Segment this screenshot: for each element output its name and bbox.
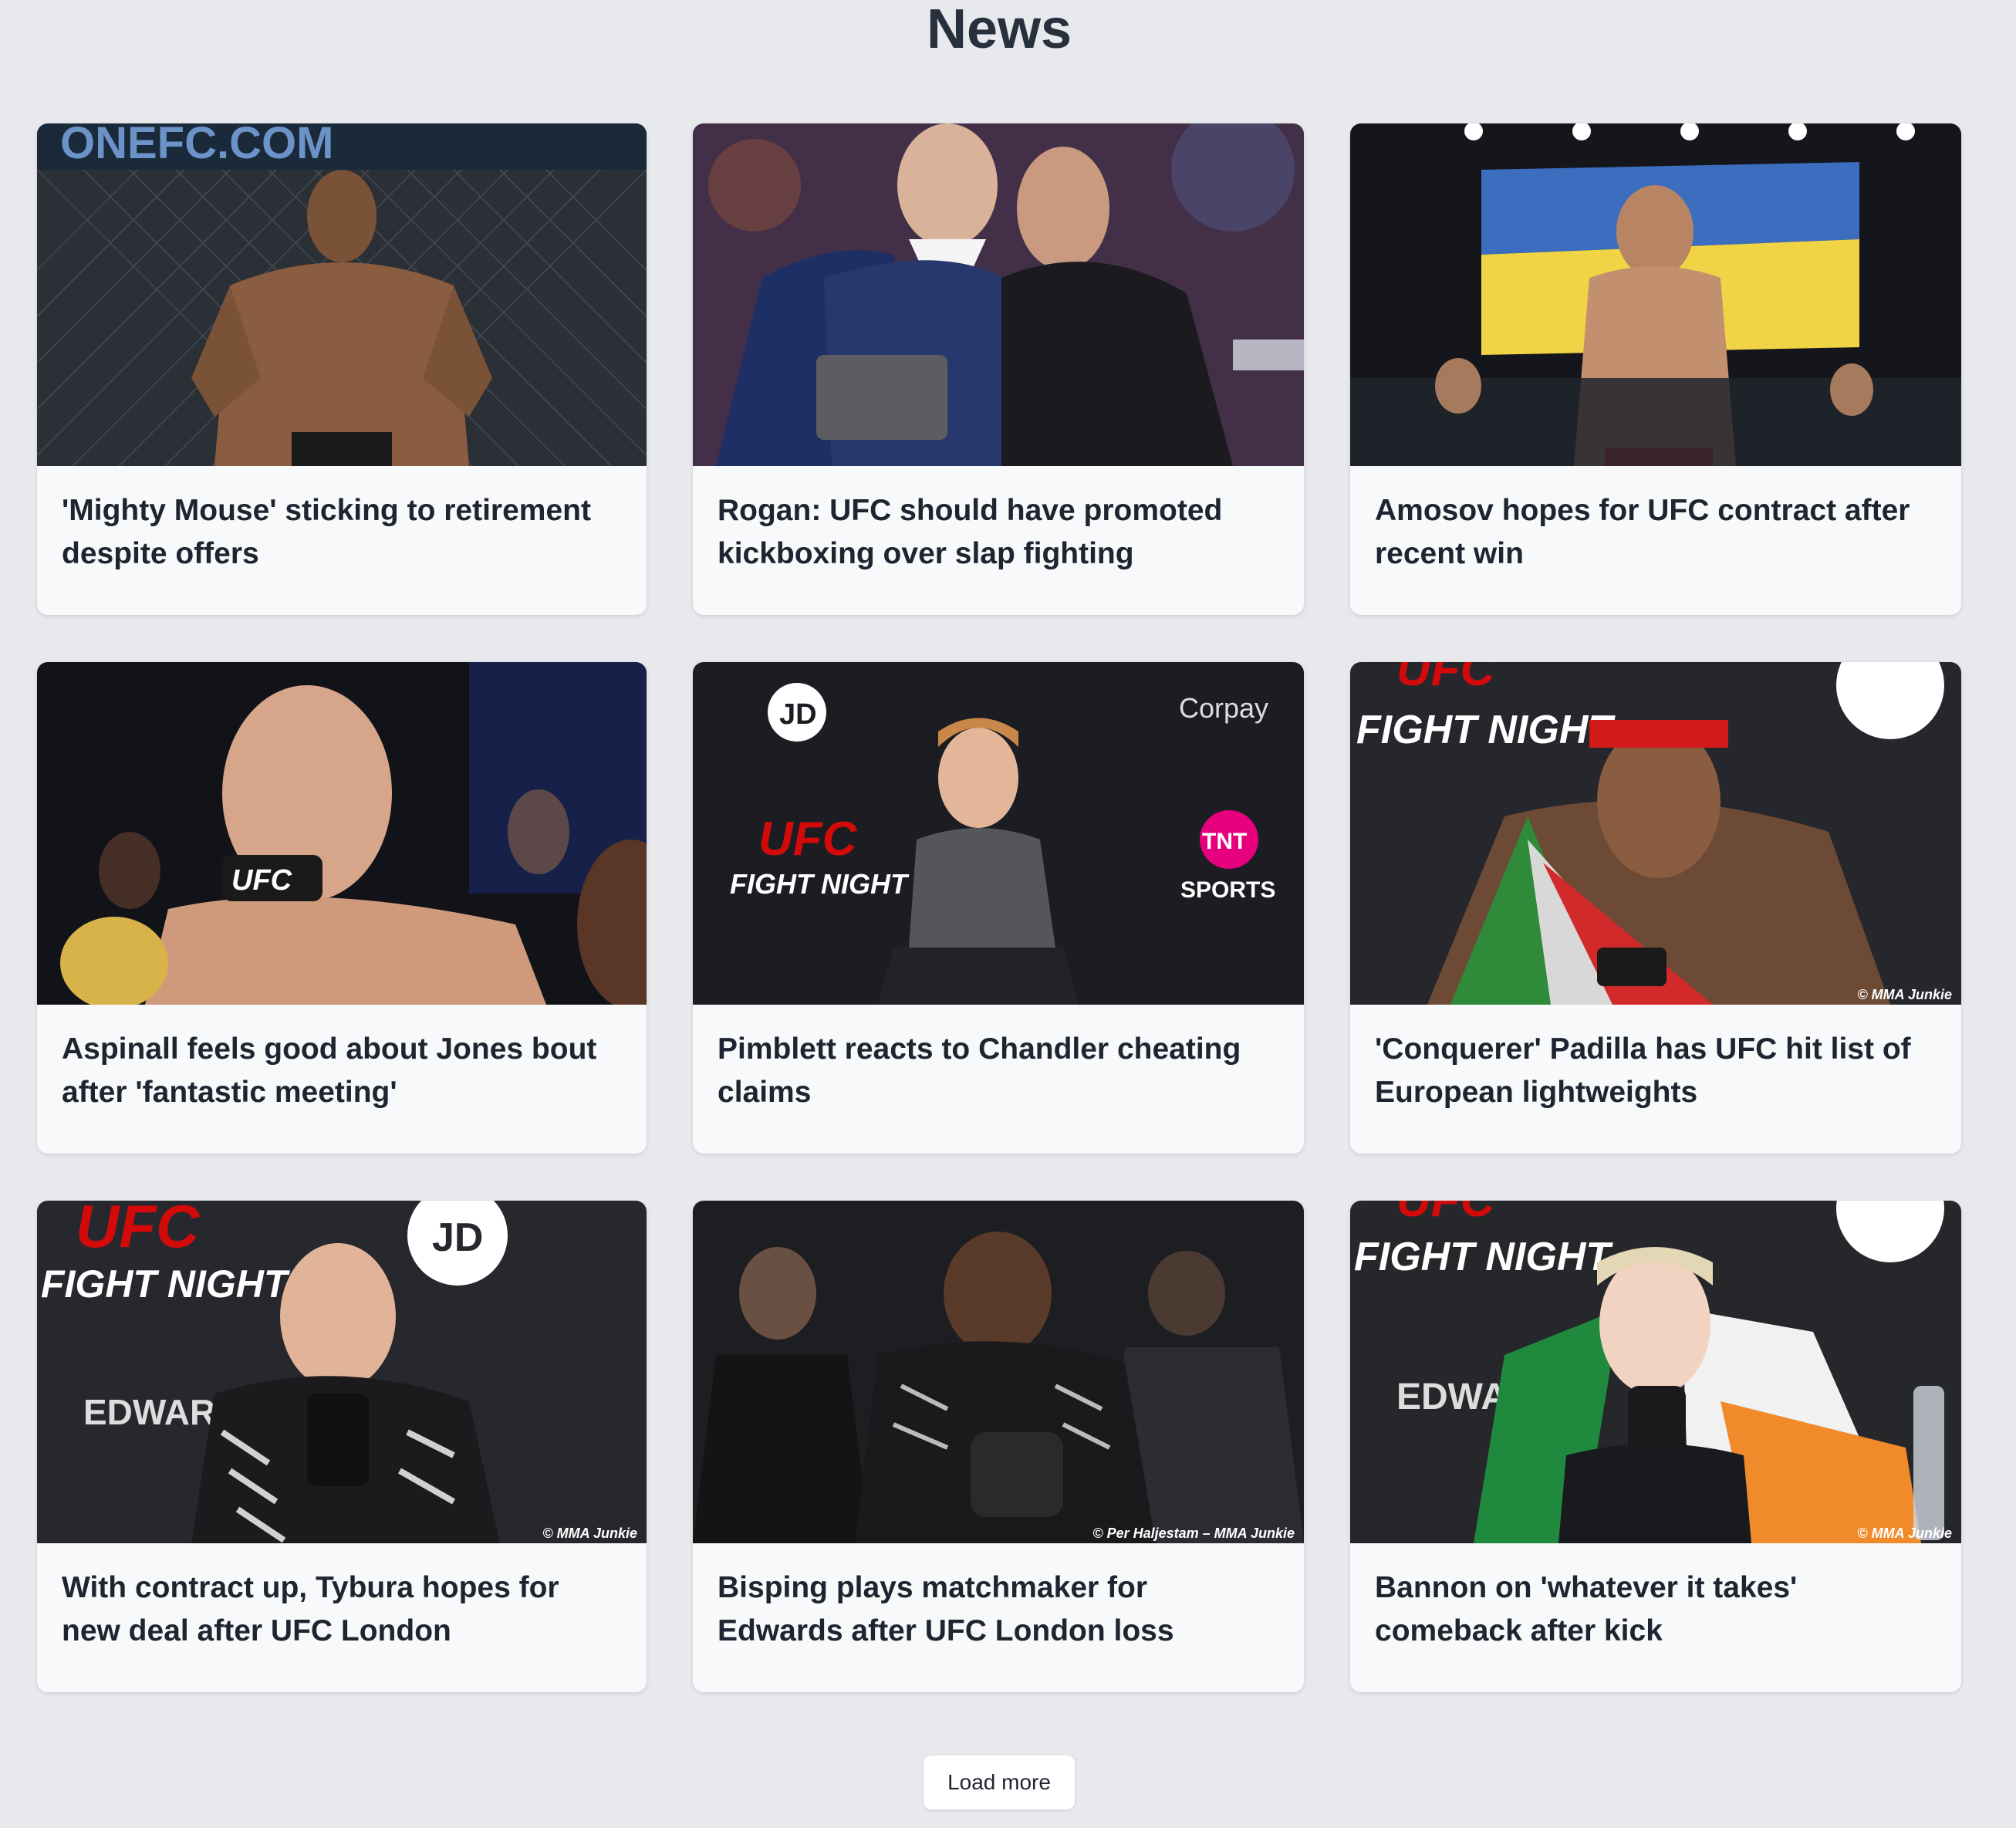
- news-headline[interactable]: Aspinall feels good about Jones bout aft…: [37, 1005, 647, 1114]
- fighter-photo: UFC FIGHT NIGHT: [1350, 662, 1961, 1005]
- news-thumbnail[interactable]: UFC FIGHT NIGHT EDWARD © MMA Junkie: [1350, 1201, 1961, 1543]
- svg-text:UFC: UFC: [1396, 1201, 1496, 1227]
- news-headline[interactable]: 'Mighty Mouse' sticking to retirement de…: [37, 466, 647, 576]
- svg-text:UFC: UFC: [231, 864, 292, 897]
- news-headline[interactable]: Bannon on 'whatever it takes' comeback a…: [1350, 1543, 1961, 1653]
- fighter-photo: [693, 123, 1304, 466]
- svg-text:UFC: UFC: [758, 813, 858, 866]
- news-card[interactable]: ONEFC.COM 'Mighty Mouse' sticking to ret…: [37, 123, 647, 615]
- page-title: News: [926, 0, 1072, 60]
- news-card[interactable]: UFC FIGHT NIGHT © MMA Junkie 'Conquerer'…: [1350, 662, 1961, 1154]
- news-headline[interactable]: Amosov hopes for UFC contract after rece…: [1350, 466, 1961, 576]
- news-headline[interactable]: Pimblett reacts to Chandler cheating cla…: [693, 1005, 1304, 1114]
- svg-text:FIGHT NIGHT: FIGHT NIGHT: [1356, 708, 1616, 752]
- news-thumbnail[interactable]: [1350, 123, 1961, 466]
- news-thumbnail[interactable]: © Per Haljestam – MMA Junkie: [693, 1201, 1304, 1543]
- news-card[interactable]: © Per Haljestam – MMA Junkie Bisping pla…: [693, 1201, 1304, 1692]
- svg-text:ONEFC.COM: ONEFC.COM: [60, 123, 333, 168]
- fighter-photo: [1350, 123, 1961, 466]
- svg-text:Corpay: Corpay: [1179, 692, 1268, 724]
- fighter-photo: UFC: [37, 662, 647, 1005]
- news-card[interactable]: UFC FIGHT NIGHT EDWARD © MMA Junkie Bann…: [1350, 1201, 1961, 1692]
- load-more-button[interactable]: Load more: [924, 1755, 1075, 1809]
- news-card[interactable]: Rogan: UFC should have promoted kickboxi…: [693, 123, 1304, 615]
- news-headline[interactable]: 'Conquerer' Padilla has UFC hit list of …: [1350, 1005, 1961, 1114]
- svg-text:FIGHT NIGHT: FIGHT NIGHT: [730, 868, 910, 900]
- photo-credit: © MMA Junkie: [1857, 1526, 1952, 1541]
- photo-credit: © MMA Junkie: [542, 1526, 637, 1541]
- news-card[interactable]: UFC FIGHT NIGHT JD EDWARD © MMA Junkie W…: [37, 1201, 647, 1692]
- news-thumbnail[interactable]: ONEFC.COM: [37, 123, 647, 466]
- news-thumbnail[interactable]: UFC: [37, 662, 647, 1005]
- news-thumbnail[interactable]: [693, 123, 1304, 466]
- svg-text:JD: JD: [779, 698, 817, 731]
- photo-credit: © MMA Junkie: [1857, 987, 1952, 1002]
- fighter-photo: UFC FIGHT NIGHT EDWARD: [1350, 1201, 1961, 1543]
- photo-credit: © Per Haljestam – MMA Junkie: [1092, 1526, 1295, 1541]
- svg-text:UFC: UFC: [1396, 662, 1496, 696]
- svg-text:FIGHT NIGHT: FIGHT NIGHT: [1354, 1235, 1613, 1279]
- news-thumbnail[interactable]: UFC FIGHT NIGHT JD EDWARD © MMA Junkie: [37, 1201, 647, 1543]
- svg-text:UFC: UFC: [76, 1201, 201, 1260]
- news-thumbnail[interactable]: JD Corpay UFC FIGHT NIGHT TNT SPORTS: [693, 662, 1304, 1005]
- news-headline[interactable]: With contract up, Tybura hopes for new d…: [37, 1543, 647, 1653]
- news-headline[interactable]: Bisping plays matchmaker for Edwards aft…: [693, 1543, 1304, 1653]
- svg-text:SPORTS: SPORTS: [1180, 877, 1275, 903]
- news-thumbnail[interactable]: UFC FIGHT NIGHT © MMA Junkie: [1350, 662, 1961, 1005]
- fighter-photo: ONEFC.COM: [37, 123, 647, 466]
- news-card[interactable]: JD Corpay UFC FIGHT NIGHT TNT SPORTS Pim…: [693, 662, 1304, 1154]
- svg-text:JD: JD: [432, 1215, 483, 1260]
- news-card[interactable]: Amosov hopes for UFC contract after rece…: [1350, 123, 1961, 615]
- fighter-photo: JD Corpay UFC FIGHT NIGHT TNT SPORTS: [693, 662, 1304, 1005]
- news-headline[interactable]: Rogan: UFC should have promoted kickboxi…: [693, 466, 1304, 576]
- fighter-photo: [693, 1201, 1304, 1543]
- svg-text:FIGHT NIGHT: FIGHT NIGHT: [41, 1262, 291, 1306]
- fighter-photo: UFC FIGHT NIGHT JD EDWARD: [37, 1201, 647, 1543]
- svg-text:TNT: TNT: [1202, 829, 1247, 854]
- news-grid: ONEFC.COM 'Mighty Mouse' sticking to ret…: [37, 123, 1961, 1692]
- news-card[interactable]: UFC Aspinall feels good about Jones bout…: [37, 662, 647, 1154]
